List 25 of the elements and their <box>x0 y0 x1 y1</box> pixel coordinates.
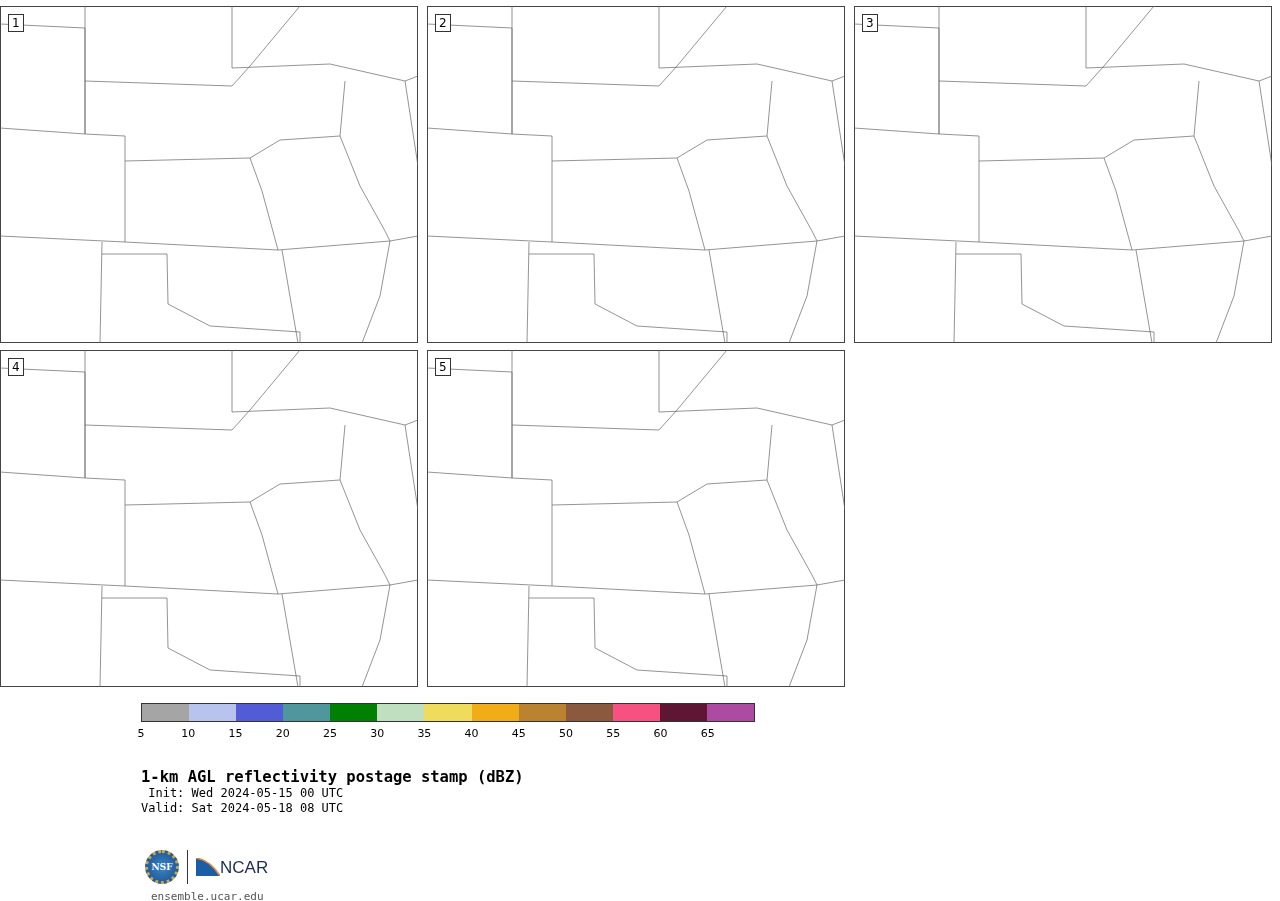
chart-title: 1-km AGL reflectivity postage stamp (dBZ) <box>141 768 525 786</box>
tick-label: 10 <box>181 727 196 740</box>
swoosh-icon <box>196 858 220 876</box>
panel-number: 3 <box>862 14 878 32</box>
tick-label: 40 <box>464 727 479 740</box>
panel-number: 4 <box>8 358 24 376</box>
panel-number: 5 <box>435 358 451 376</box>
site-url: ensemble.ucar.edu <box>151 890 265 901</box>
init-time: Init: Wed 2024-05-15 00 UTC <box>147 786 345 801</box>
logo-text: NCAR <box>220 860 269 876</box>
valid-time: Valid: Sat 2024-05-18 08 UTC <box>141 801 345 816</box>
tick-label: 55 <box>606 727 621 740</box>
tick-label: 60 <box>653 727 668 740</box>
tick-label: 65 <box>700 727 715 740</box>
tick-label: 45 <box>511 727 526 740</box>
tick-label: 50 <box>559 727 574 740</box>
tick-label: 15 <box>228 727 243 740</box>
tick-label: 5 <box>137 727 145 740</box>
tick-label: 20 <box>275 727 290 740</box>
panel-number: 1 <box>8 14 24 32</box>
panel-number: 2 <box>435 14 451 32</box>
tick-label: 35 <box>417 727 432 740</box>
tick-label: 30 <box>370 727 385 740</box>
tick-label: 25 <box>322 727 337 740</box>
seal-logo: NSF <box>145 850 179 884</box>
